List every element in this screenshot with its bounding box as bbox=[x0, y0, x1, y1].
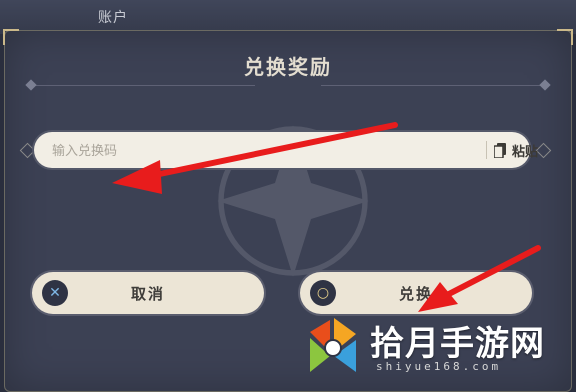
corner-ornament bbox=[3, 29, 19, 45]
close-icon: ✕ bbox=[42, 280, 68, 306]
account-label: 账户 bbox=[98, 10, 128, 26]
redeem-button[interactable]: ○ 兑换 bbox=[300, 272, 532, 314]
corner-ornament bbox=[557, 29, 573, 45]
redeem-code-field: 粘贴 bbox=[34, 132, 538, 170]
check-icon: ○ bbox=[310, 280, 336, 306]
clipboard-icon bbox=[494, 142, 506, 158]
divider-ornament-icon bbox=[25, 79, 37, 91]
input-separator bbox=[486, 141, 487, 159]
dialog-title: 兑换奖励 bbox=[244, 55, 332, 79]
redeem-dialog: 兑换奖励 bbox=[3, 29, 573, 392]
redeem-label: 兑换 bbox=[398, 284, 433, 303]
title-divider bbox=[35, 85, 255, 86]
redeem-code-input[interactable] bbox=[50, 132, 444, 170]
title-divider bbox=[321, 85, 541, 86]
paste-button[interactable]: 粘贴 bbox=[494, 132, 550, 168]
cancel-label: 取消 bbox=[130, 284, 165, 303]
divider-ornament-icon bbox=[539, 79, 551, 91]
paste-label: 粘贴 bbox=[512, 144, 539, 160]
background-top-bar: 账户 bbox=[0, 0, 576, 34]
cancel-button[interactable]: ✕ 取消 bbox=[32, 272, 264, 314]
